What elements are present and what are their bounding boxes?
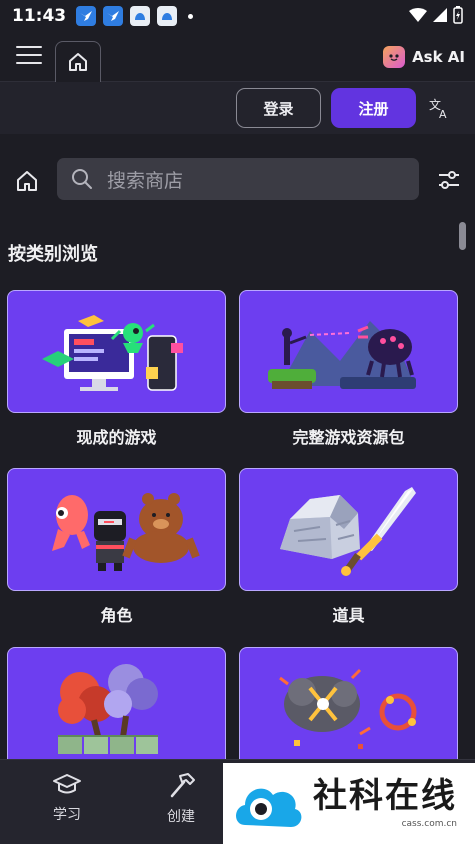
filter-sliders-icon[interactable] — [436, 167, 462, 193]
items-illustration — [280, 487, 416, 576]
category-card-asset-packs[interactable] — [239, 290, 458, 413]
bird-app-icon — [76, 6, 97, 26]
svg-text:A: A — [439, 108, 447, 120]
home-tab[interactable] — [55, 41, 101, 82]
nav-create[interactable]: 创建 — [151, 772, 211, 826]
ask-ai-logo-icon — [383, 46, 406, 68]
search-input[interactable]: 搜索商店 — [57, 158, 419, 200]
login-button[interactable]: 登录 — [236, 88, 321, 128]
translate-icon[interactable]: 文 A — [428, 96, 452, 120]
watermark-subtext: cass.com.cn — [401, 818, 457, 829]
cloud-app-icon — [130, 6, 151, 26]
signup-button[interactable]: 注册 — [331, 88, 416, 128]
category-label: 角色 — [100, 606, 133, 625]
home-breadcrumb-icon[interactable] — [14, 168, 40, 194]
category-card-items[interactable] — [239, 468, 458, 591]
characters-illustration — [52, 493, 200, 571]
graduation-cap-icon — [53, 774, 81, 794]
category-card-characters[interactable] — [7, 468, 226, 591]
ask-ai-button[interactable]: Ask AI — [383, 46, 465, 68]
category-card-ready-games[interactable] — [7, 290, 226, 413]
search-placeholder: 搜索商店 — [107, 169, 184, 192]
battery-icon — [453, 6, 463, 24]
watermark-text: 社科在线 — [313, 775, 457, 816]
hamburger-menu-icon[interactable] — [16, 46, 42, 68]
more-notifications-dot — [188, 13, 194, 19]
nav-create-label: 创建 — [167, 809, 195, 825]
auth-row: 登录 注册 文 A — [0, 82, 475, 134]
wifi-icon — [409, 8, 427, 22]
status-icons — [409, 6, 463, 24]
status-bar: 11:43 — [0, 0, 475, 32]
watermark-logo: 社科在线 cass.com.cn — [223, 763, 475, 844]
bird-app-icon — [103, 6, 124, 26]
category-label: 现成的游戏 — [76, 428, 157, 447]
cloud-app-icon — [157, 6, 178, 26]
search-icon — [72, 169, 92, 189]
game-dev-illustration — [42, 315, 183, 391]
search-row: 搜索商店 — [0, 134, 475, 224]
category-label: 完整游戏资源包 — [292, 428, 405, 447]
cloud-logo-icon — [236, 788, 302, 827]
hammer-icon — [170, 773, 195, 798]
home-icon — [69, 53, 87, 71]
category-label: 道具 — [332, 606, 365, 625]
app-bar: Ask AI — [0, 32, 475, 82]
nav-learn-label: 学习 — [53, 807, 81, 823]
status-time: 11:43 — [12, 6, 67, 26]
section-title: 按类别浏览 — [8, 244, 98, 265]
ask-ai-label: Ask AI — [412, 48, 465, 66]
signal-icon — [433, 8, 447, 22]
battle-scene-illustration — [268, 321, 416, 389]
nav-learn[interactable]: 学习 — [37, 772, 97, 824]
scrollbar[interactable] — [459, 222, 466, 250]
